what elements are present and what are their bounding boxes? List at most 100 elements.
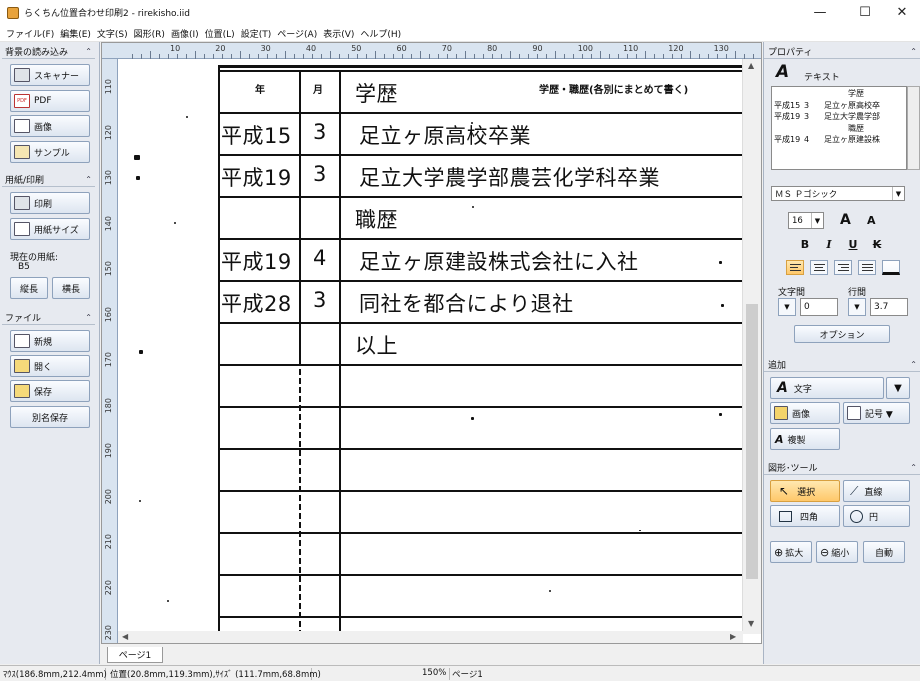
close-button[interactable]: ✕ [882, 0, 920, 25]
menu-image[interactable]: 画像(I) [168, 27, 202, 40]
minimize-button[interactable]: — [800, 0, 840, 25]
horizontal-scrollbar[interactable]: ◀ ▶ [118, 631, 743, 643]
row-text[interactable]: 学歴 [355, 78, 398, 108]
text-color-button[interactable] [882, 260, 900, 275]
save-as-button[interactable]: 別名保存 [10, 406, 90, 428]
underline-button[interactable]: U [844, 236, 862, 252]
row-text[interactable]: 職歴 [355, 204, 398, 234]
scroll-down-icon[interactable]: ▼ [748, 619, 754, 628]
menu-view[interactable]: 表示(V) [320, 27, 357, 40]
save-button[interactable]: 保存 [10, 380, 90, 402]
chevron-down-icon[interactable]: ▼ [811, 213, 823, 228]
new-button[interactable]: 新規 [10, 330, 90, 352]
page-tab[interactable]: ページ1 [107, 647, 163, 663]
text-list-item[interactable]: 平成19 4 足立ヶ原建設株 [774, 134, 904, 146]
char-spacing-input[interactable]: 0 [800, 298, 838, 316]
collapse-icon[interactable]: ⌃ [910, 463, 917, 472]
pdf-button[interactable]: PDF PDF [10, 90, 90, 112]
align-center-button[interactable] [810, 260, 828, 275]
scroll-left-icon[interactable]: ◀ [122, 632, 128, 641]
text-list-item[interactable]: 学歴 [774, 88, 904, 100]
collapse-icon[interactable]: ⌃ [85, 175, 92, 184]
zoom-in-button[interactable]: ⊕ 拡大 [770, 541, 812, 563]
collapse-icon[interactable]: ⌃ [910, 47, 917, 56]
align-justify-button[interactable] [858, 260, 876, 275]
char-spacing-down-button[interactable]: ▼ [778, 298, 796, 316]
add-section-header[interactable]: 追加 ⌃ [764, 358, 920, 372]
image-button[interactable]: 画像 [10, 115, 90, 137]
collapse-icon[interactable]: ⌃ [85, 313, 92, 322]
maximize-button[interactable]: ☐ [845, 0, 885, 25]
scroll-up-icon[interactable]: ▲ [748, 61, 754, 70]
menu-shape[interactable]: 図形(R) [131, 27, 168, 40]
row-text[interactable]: 足立ヶ原高校卒業 [359, 120, 531, 150]
paper-size-button[interactable]: 用紙サイズ [10, 218, 90, 240]
text-list-item[interactable]: 平成19 3 足立大学農学部 [774, 111, 904, 123]
text-content-list[interactable]: 学歴 平成15 3 足立ヶ原高校卒 平成19 3 足立大学農学部 職歴 平成19 4 足立ヶ原建設株 [771, 86, 907, 170]
tools-section-header[interactable]: 図形･ツール ⌃ [764, 461, 920, 475]
menu-position[interactable]: 位置(L) [202, 27, 238, 40]
file-section-header[interactable]: ファイル ⌃ [2, 311, 95, 325]
font-size-select[interactable]: 16 ▼ [788, 212, 824, 229]
text-list-item[interactable]: 平成15 3 足立ヶ原高校卒 [774, 100, 904, 112]
align-left-button[interactable] [786, 260, 804, 275]
scanner-button[interactable]: スキャナー [10, 64, 90, 86]
auto-zoom-button[interactable]: 自動 [863, 541, 905, 563]
chevron-down-icon[interactable]: ▼ [892, 187, 904, 200]
row-month[interactable]: 3 [313, 162, 327, 186]
rect-tool-button[interactable]: 四角 [770, 505, 840, 527]
row-year[interactable]: 平成28 [221, 288, 292, 318]
add-image-button[interactable]: 画像 [770, 402, 840, 424]
row-month[interactable]: 4 [313, 246, 327, 270]
row-text[interactable]: 同社を都合により退社 [359, 288, 574, 318]
open-button[interactable]: 開く [10, 355, 90, 377]
line-tool-button[interactable]: ⟋ 直線 [843, 480, 910, 502]
menu-text[interactable]: 文字(S) [94, 27, 131, 40]
circle-tool-button[interactable]: 円 [843, 505, 910, 527]
menu-settings[interactable]: 設定(T) [238, 27, 275, 40]
landscape-button[interactable]: 横長 [52, 277, 90, 299]
document-page[interactable]: 年 月 学歴・職歴(各別にまとめて書く) 学歴 平成15 3 足立ヶ原高校卒業 平成19 3 足立… [119, 60, 742, 631]
print-button[interactable]: 印刷 [10, 192, 90, 214]
line-spacing-down-button[interactable]: ▼ [848, 298, 866, 316]
add-symbol-button[interactable]: 記号 ▼ [843, 402, 910, 424]
paper-section-header[interactable]: 用紙/印刷 ⌃ [2, 173, 95, 187]
row-year[interactable]: 平成19 [221, 246, 292, 276]
background-section-header[interactable]: 背景の読み込み ⌃ [2, 45, 95, 59]
text-list-scrollbar[interactable] [907, 86, 920, 170]
sample-button[interactable]: サンプル [10, 141, 90, 163]
property-section-header[interactable]: プロパティ ⌃ [764, 45, 920, 59]
vertical-scrollbar[interactable]: ▲ ▼ [742, 59, 761, 634]
select-tool-button[interactable]: ↖ 選択 [770, 480, 840, 502]
row-text[interactable]: 足立ヶ原建設株式会社に入社 [359, 246, 639, 276]
zoom-out-button[interactable]: ⊖ 縮小 [816, 541, 858, 563]
menu-edit[interactable]: 編集(E) [57, 27, 94, 40]
menu-help[interactable]: ヘルプ(H) [357, 27, 404, 40]
add-text-dropdown-button[interactable]: ▼ [886, 377, 910, 399]
menu-page[interactable]: ページ(A) [274, 27, 320, 40]
menu-file[interactable]: ファイル(F) [3, 27, 57, 40]
scroll-right-icon[interactable]: ▶ [730, 632, 736, 641]
collapse-icon[interactable]: ⌃ [910, 360, 917, 369]
vertical-scroll-thumb[interactable] [746, 304, 758, 579]
row-text[interactable]: 足立大学農学部農芸化学科卒業 [359, 162, 660, 192]
collapse-icon[interactable]: ⌃ [85, 47, 92, 56]
row-month[interactable]: 3 [313, 288, 327, 312]
strikethrough-button[interactable]: K [868, 236, 886, 252]
align-right-button[interactable] [834, 260, 852, 275]
row-month[interactable]: 3 [313, 120, 327, 144]
bold-button[interactable]: B [796, 236, 814, 252]
duplicate-button[interactable]: A 複製 [770, 428, 840, 450]
row-year[interactable]: 平成19 [221, 162, 292, 192]
row-year[interactable]: 平成15 [221, 120, 292, 150]
options-button[interactable]: オプション [794, 325, 890, 343]
text-list-item[interactable]: 職歴 [774, 123, 904, 135]
shrink-font-button[interactable]: A [867, 214, 876, 227]
row-text[interactable]: 以上 [355, 330, 398, 360]
font-select[interactable]: ＭＳ Ｐゴシック ▼ [771, 186, 905, 201]
italic-button[interactable]: I [820, 236, 838, 252]
portrait-button[interactable]: 縦長 [10, 277, 48, 299]
add-text-button[interactable]: A 文字 [770, 377, 884, 399]
grow-font-button[interactable]: A [840, 212, 851, 228]
line-spacing-input[interactable]: 3.7 [870, 298, 908, 316]
